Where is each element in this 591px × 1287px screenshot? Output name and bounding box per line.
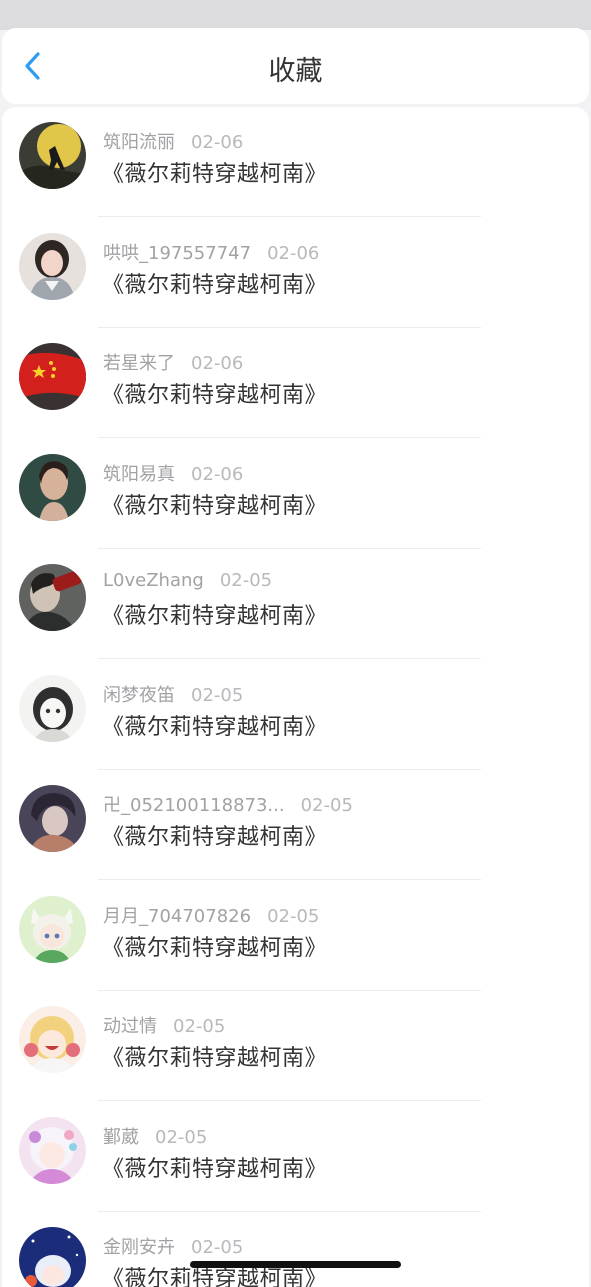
- item-title: 《薇尔莉特穿越柯南》: [102, 493, 328, 519]
- item-title: 《薇尔莉特穿越柯南》: [102, 162, 328, 187]
- item-meta: L0veZhang 02-05: [103, 570, 272, 591]
- list-item[interactable]: 卍_052100118873... 02-05 《薇尔莉特穿越柯南》: [2, 770, 589, 880]
- username: 若星来了: [103, 353, 175, 374]
- avatar-image: [19, 785, 86, 852]
- item-date: 02-05: [191, 684, 244, 706]
- item-title: 《薇尔莉特穿越柯南》: [102, 383, 328, 408]
- item-date: 02-06: [191, 463, 244, 485]
- item-meta: 哄哄_197557747 02-06: [103, 239, 319, 265]
- item-title: 《薇尔莉特穿越柯南》: [102, 714, 328, 740]
- avatar[interactable]: [19, 785, 86, 852]
- avatar-image: [19, 1006, 86, 1073]
- item-date: 02-06: [267, 242, 320, 264]
- list-item[interactable]: 金刚安卉 02-05 《薇尔莉特穿越柯南》: [2, 1212, 589, 1287]
- list-item[interactable]: 筑阳流丽 02-06 《薇尔莉特穿越柯南》: [2, 107, 589, 217]
- avatar-image: [19, 453, 86, 521]
- username: L0veZhang: [103, 570, 204, 591]
- username: 筑阳流丽: [103, 132, 175, 153]
- item-meta: 动过情 02-05: [103, 1012, 225, 1038]
- item-date: 02-05: [173, 1016, 226, 1037]
- item-meta: 筑阳易真 02-06: [103, 460, 243, 486]
- item-title: 《薇尔莉特穿越柯南》: [102, 272, 328, 298]
- avatar[interactable]: [19, 674, 86, 742]
- item-meta: 若星来了 02-06: [103, 349, 243, 375]
- avatar[interactable]: [19, 453, 86, 521]
- avatar[interactable]: [19, 1227, 86, 1287]
- item-title: 《薇尔莉特穿越柯南》: [102, 935, 328, 961]
- username: 哄哄_197557747: [103, 242, 252, 264]
- status-bar: [0, 0, 591, 30]
- username: 闲梦夜笛: [103, 684, 175, 706]
- username: 卍_052100118873...: [103, 795, 285, 816]
- page-title: 收藏: [268, 56, 323, 87]
- chevron-left-icon: [25, 52, 40, 80]
- item-meta: 鄞葳 02-05: [103, 1123, 207, 1149]
- list-item[interactable]: L0veZhang 02-05 《薇尔莉特穿越柯南》: [2, 549, 589, 659]
- avatar-image: [19, 122, 86, 189]
- avatar-image: [19, 343, 86, 410]
- list-item[interactable]: 鄞葳 02-05 《薇尔莉特穿越柯南》: [2, 1102, 589, 1212]
- avatar[interactable]: [19, 122, 86, 189]
- item-meta: 筑阳流丽 02-06: [103, 128, 243, 154]
- item-title: 《薇尔莉特穿越柯南》: [102, 825, 328, 850]
- username: 鄞葳: [103, 1126, 139, 1148]
- item-title: 《薇尔莉特穿越柯南》: [102, 1156, 328, 1182]
- back-button[interactable]: [16, 48, 52, 84]
- avatar-image: [19, 564, 86, 631]
- list-item[interactable]: 动过情 02-05 《薇尔莉特穿越柯南》: [2, 991, 589, 1101]
- item-meta: 月月_704707826 02-05: [103, 902, 319, 928]
- avatar-image: [19, 674, 86, 742]
- avatar-image: [19, 1227, 86, 1287]
- avatar[interactable]: [19, 1116, 86, 1184]
- list-item[interactable]: 闲梦夜笛 02-05 《薇尔莉特穿越柯南》: [2, 660, 589, 770]
- avatar[interactable]: [19, 232, 86, 300]
- item-date: 02-05: [219, 570, 273, 591]
- favorites-list: 筑阳流丽 02-06 《薇尔莉特穿越柯南》 哄哄_197557747 02-06 《…: [2, 107, 589, 1287]
- home-indicator: [190, 1261, 401, 1268]
- item-date: 02-06: [191, 132, 244, 153]
- item-date: 02-06: [191, 353, 244, 374]
- list-item[interactable]: 哄哄_197557747 02-06 《薇尔莉特穿越柯南》: [2, 218, 589, 328]
- username: 筑阳易真: [103, 463, 175, 485]
- username: 动过情: [103, 1016, 157, 1037]
- username: 金刚安卉: [103, 1237, 175, 1258]
- avatar-image: [19, 232, 86, 300]
- avatar[interactable]: [19, 1006, 86, 1073]
- item-date: 02-05: [191, 1237, 244, 1258]
- avatar[interactable]: [19, 564, 86, 631]
- list-item[interactable]: 若星来了 02-06 《薇尔莉特穿越柯南》: [2, 328, 589, 438]
- avatar[interactable]: [19, 343, 86, 410]
- item-date: 02-05: [300, 795, 353, 816]
- item-meta: 卍_052100118873... 02-05: [103, 791, 353, 817]
- list-item[interactable]: 筑阳易真 02-06 《薇尔莉特穿越柯南》: [2, 439, 589, 549]
- item-title: 《薇尔莉特穿越柯南》: [102, 1046, 328, 1071]
- avatar-image: [19, 1116, 86, 1184]
- item-date: 02-05: [155, 1126, 208, 1148]
- username: 月月_704707826: [103, 905, 252, 927]
- item-date: 02-05: [267, 905, 320, 927]
- avatar-image: [19, 895, 86, 963]
- item-meta: 金刚安卉 02-05: [103, 1233, 243, 1259]
- nav-header: 收藏: [2, 28, 589, 104]
- item-title: 《薇尔莉特穿越柯南》: [102, 604, 328, 629]
- avatar[interactable]: [19, 895, 86, 963]
- list-item[interactable]: 月月_704707826 02-05 《薇尔莉特穿越柯南》: [2, 881, 589, 991]
- item-meta: 闲梦夜笛 02-05: [103, 681, 243, 707]
